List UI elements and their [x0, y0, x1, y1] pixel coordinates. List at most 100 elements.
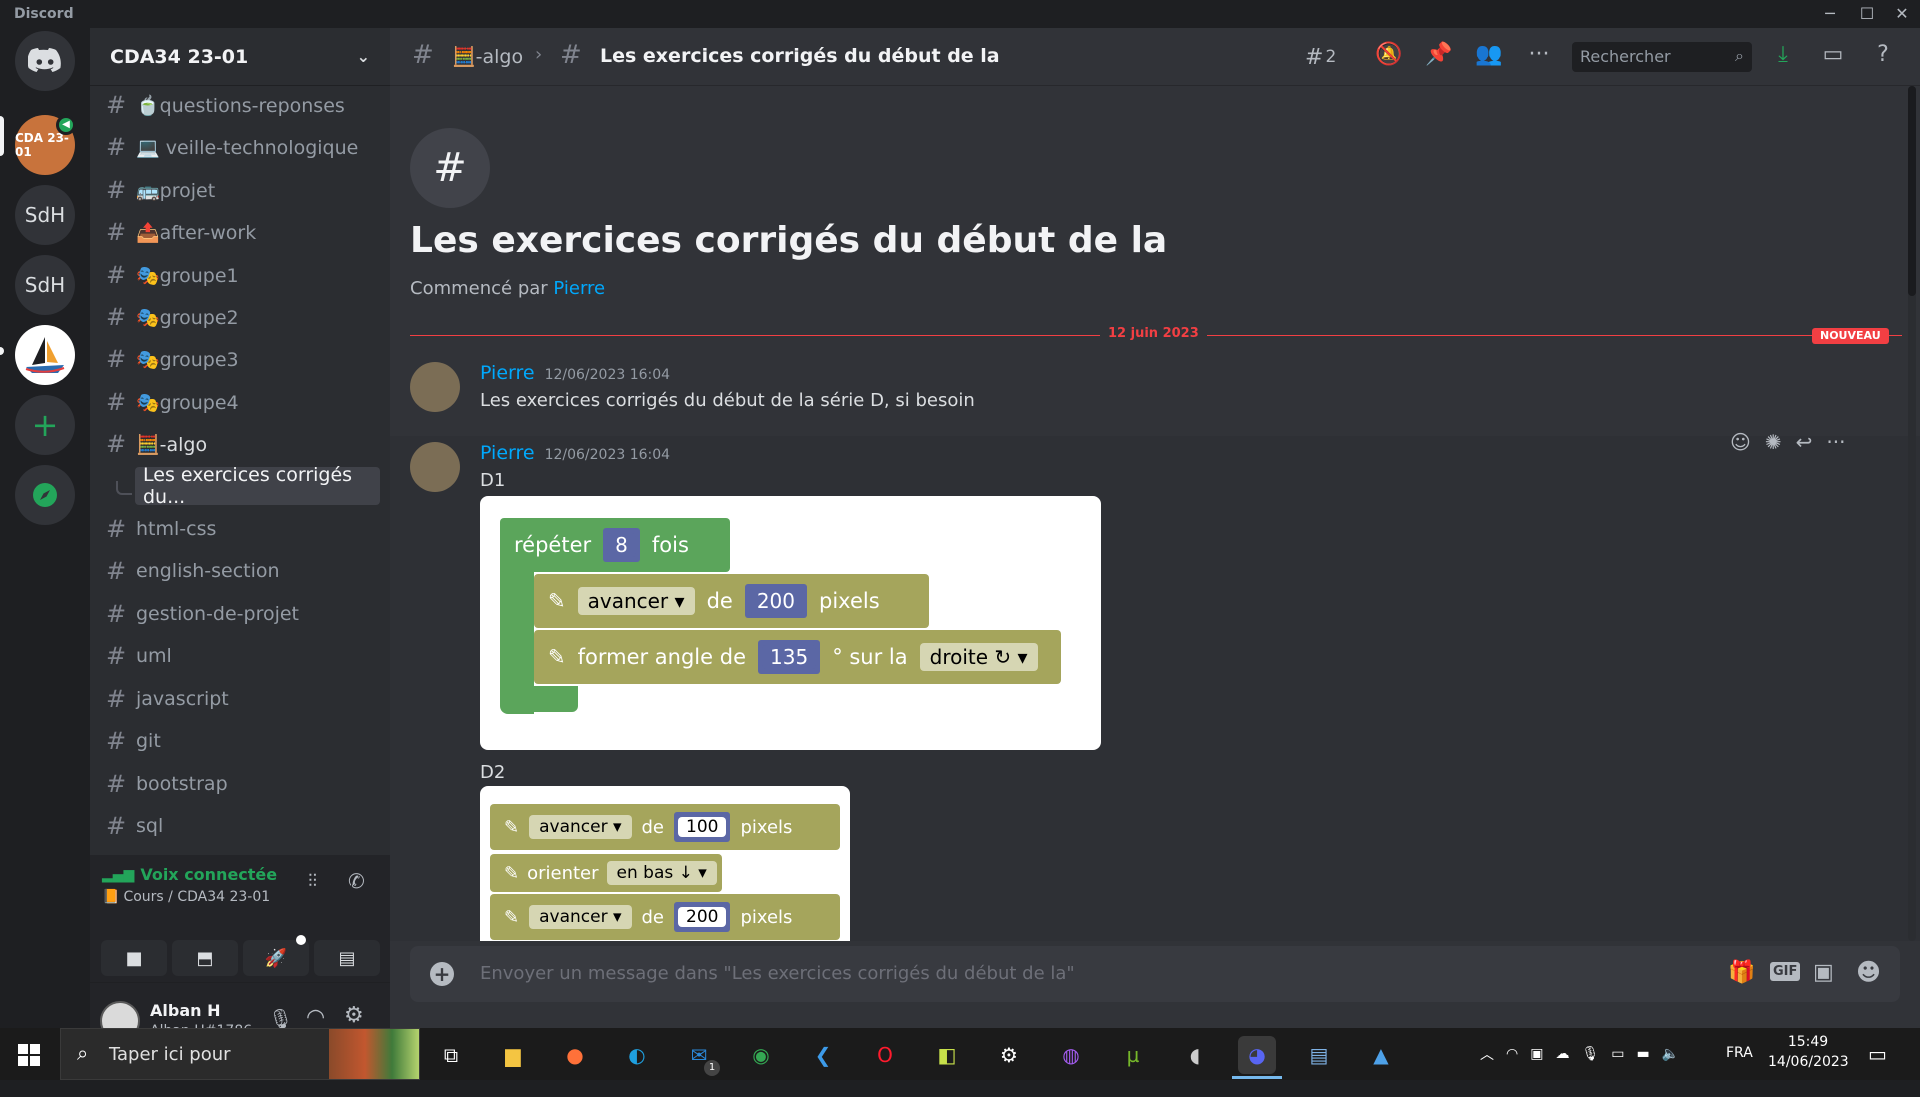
avatar[interactable] — [410, 442, 460, 492]
guild-sdh-icon-2[interactable]: SdH — [15, 255, 75, 315]
guild-sailboat-icon[interactable] — [15, 325, 75, 385]
guild-sdh-icon[interactable]: SdH — [15, 185, 75, 245]
activity-button[interactable]: 🚀 — [243, 940, 309, 976]
voice-location[interactable]: 📙 Cours / CDA34 23-01 — [102, 889, 270, 905]
add-reaction-icon[interactable]: ☺ — [1730, 430, 1751, 454]
scrollbar-thumb[interactable] — [1908, 86, 1916, 296]
channel-item[interactable]: # 🧮-algo — [100, 425, 380, 463]
mouse-app-icon[interactable]: ◖ — [1176, 1036, 1214, 1074]
taskbar-search[interactable]: ⌕ Taper ici pour — [60, 1028, 420, 1080]
screen-share-button[interactable]: ⬒ — [172, 940, 238, 976]
app-icon[interactable]: ◧ — [928, 1036, 966, 1074]
mask-app-icon[interactable]: ◍ — [1052, 1036, 1090, 1074]
gif-icon[interactable]: GIF — [1770, 962, 1801, 981]
microphone-icon[interactable]: 🎙 — [1581, 1046, 1599, 1062]
starter-name[interactable]: Pierre — [553, 278, 605, 299]
channel-item[interactable]: # 🎭groupe2 — [100, 298, 380, 336]
minimize-icon[interactable]: ─ — [1810, 2, 1850, 26]
noise-suppression-icon[interactable]: ⫶⫶ — [308, 871, 317, 892]
attachment-image-d2[interactable]: ✎ avancer ▾ de 100 pixels ✎ orienter en … — [480, 786, 850, 941]
threads-button[interactable]: # 2 — [1305, 42, 1355, 72]
channel-item[interactable]: # 📤after-work — [100, 213, 380, 251]
display-icon[interactable]: ▭ — [1611, 1046, 1624, 1062]
opera-icon[interactable]: O — [866, 1036, 904, 1074]
avatar[interactable] — [410, 362, 460, 412]
firefox-icon[interactable]: ● — [556, 1036, 594, 1074]
add-server-icon[interactable]: + — [15, 395, 75, 455]
channel-item[interactable]: # html-css — [100, 510, 380, 548]
members-icon[interactable]: 👥 — [1473, 42, 1505, 72]
thread-item-active[interactable]: Les exercices corrigés du... — [135, 464, 380, 508]
scrollbar[interactable] — [1908, 86, 1916, 941]
inbox-icon[interactable]: ▭ — [1817, 42, 1849, 72]
file-explorer-icon[interactable]: ▆ — [494, 1036, 532, 1074]
repeat-label: répéter — [514, 533, 592, 557]
attach-plus-icon[interactable]: + — [430, 962, 454, 986]
channel-item[interactable]: # sql — [100, 807, 380, 845]
maximize-icon[interactable]: ☐ — [1847, 2, 1887, 26]
channel-item[interactable]: # 🎭groupe3 — [100, 340, 380, 378]
mail-icon[interactable]: ✉ 1 — [680, 1036, 720, 1076]
explore-icon[interactable] — [15, 465, 75, 525]
headphones-icon[interactable]: ◠ — [306, 1005, 325, 1030]
sticker-icon[interactable]: ▣ — [1813, 960, 1834, 985]
utorrent-icon[interactable]: µ — [1114, 1036, 1152, 1074]
more-options-icon[interactable]: ··· — [1523, 42, 1555, 72]
user-name[interactable]: Alban H — [150, 1001, 220, 1020]
vscode-icon[interactable]: ❮ — [804, 1036, 842, 1074]
wifi-icon[interactable]: ◠ — [1506, 1046, 1518, 1062]
volume-icon[interactable]: 🔈 — [1662, 1046, 1679, 1062]
channel-item[interactable]: # 🎭groupe4 — [100, 383, 380, 421]
more-options-icon[interactable]: ··· — [1826, 430, 1845, 454]
emoji-icon[interactable]: ☻ — [1856, 958, 1881, 986]
gear-icon[interactable]: ⚙ — [344, 1003, 364, 1028]
message-input[interactable]: Envoyer un message dans "Les exercices c… — [480, 963, 1075, 984]
mute-notifications-icon[interactable]: 🔕 — [1373, 42, 1405, 72]
channel-item[interactable]: # bootstrap — [100, 765, 380, 803]
discord-home-icon[interactable] — [15, 31, 75, 91]
task-view-icon[interactable]: ⧉ — [432, 1036, 470, 1074]
voice-status[interactable]: ▂▄▆ Voix connectée — [102, 865, 277, 884]
server-header[interactable]: CDA34 23-01 ⌄ — [90, 28, 390, 86]
attachment-image-d1[interactable]: répéter 8 fois ✎ avancer ▾ de 200 pixels… — [480, 496, 1101, 750]
message-author[interactable]: Pierre — [480, 362, 535, 384]
search-placeholder: Rechercher — [1580, 47, 1671, 66]
channel-item[interactable]: # gestion-de-projet — [100, 595, 380, 633]
channel-item[interactable]: # 🍵questions-reponses — [100, 86, 380, 124]
search-input[interactable]: Rechercher ⌕ — [1572, 42, 1752, 72]
notifications-icon[interactable]: ▭ — [1868, 1042, 1887, 1094]
battery-icon[interactable]: ▬ — [1636, 1046, 1649, 1062]
channel-item[interactable]: # 🚌projet — [100, 171, 380, 209]
channel-item[interactable]: # 🎭groupe1 — [100, 256, 380, 294]
reply-icon[interactable]: ↩ — [1796, 430, 1813, 454]
super-reaction-icon[interactable]: ✺ — [1765, 430, 1782, 454]
video-button[interactable]: ■ — [101, 940, 167, 976]
disconnect-icon[interactable]: ✆ — [348, 869, 365, 893]
clock[interactable]: 15:49 14/06/2023 — [1768, 1028, 1849, 1080]
channel-item[interactable]: # uml — [100, 637, 380, 675]
pin-icon[interactable]: 📌 — [1423, 42, 1455, 72]
meet-icon[interactable]: ▣ — [1530, 1046, 1543, 1062]
discord-taskbar-icon[interactable]: ◕ — [1238, 1036, 1276, 1074]
chevron-up-icon[interactable]: ︿ — [1480, 1044, 1494, 1064]
settings-icon[interactable]: ⚙ — [990, 1036, 1028, 1074]
close-icon[interactable]: ✕ — [1882, 2, 1920, 26]
help-icon[interactable]: ? — [1867, 42, 1899, 72]
message-composer[interactable]: + Envoyer un message dans "Les exercices… — [410, 946, 1900, 1002]
windows-start-icon[interactable] — [18, 1044, 40, 1066]
gift-icon[interactable]: 🎁 — [1728, 960, 1755, 985]
channel-item[interactable]: # javascript — [100, 680, 380, 718]
edge-icon[interactable]: ◐ — [618, 1036, 656, 1074]
photos-icon[interactable]: ▲ — [1362, 1036, 1400, 1074]
language-indicator[interactable]: FRA — [1726, 1045, 1753, 1097]
message-author[interactable]: Pierre — [480, 442, 535, 464]
download-icon[interactable]: ⤓ — [1767, 42, 1799, 72]
channel-item[interactable]: # git — [100, 722, 380, 760]
soundboard-button[interactable]: ▤ — [314, 940, 380, 976]
chrome-icon[interactable]: ◉ — [742, 1036, 780, 1074]
parent-channel-link[interactable]: 🧮-algo — [452, 45, 523, 68]
channel-item[interactable]: # 💻 veille-technologique — [100, 128, 380, 166]
channel-item[interactable]: # english-section — [100, 552, 380, 590]
news-app-icon[interactable]: ▤ — [1300, 1036, 1338, 1074]
cloud-icon[interactable]: ☁ — [1555, 1046, 1569, 1062]
